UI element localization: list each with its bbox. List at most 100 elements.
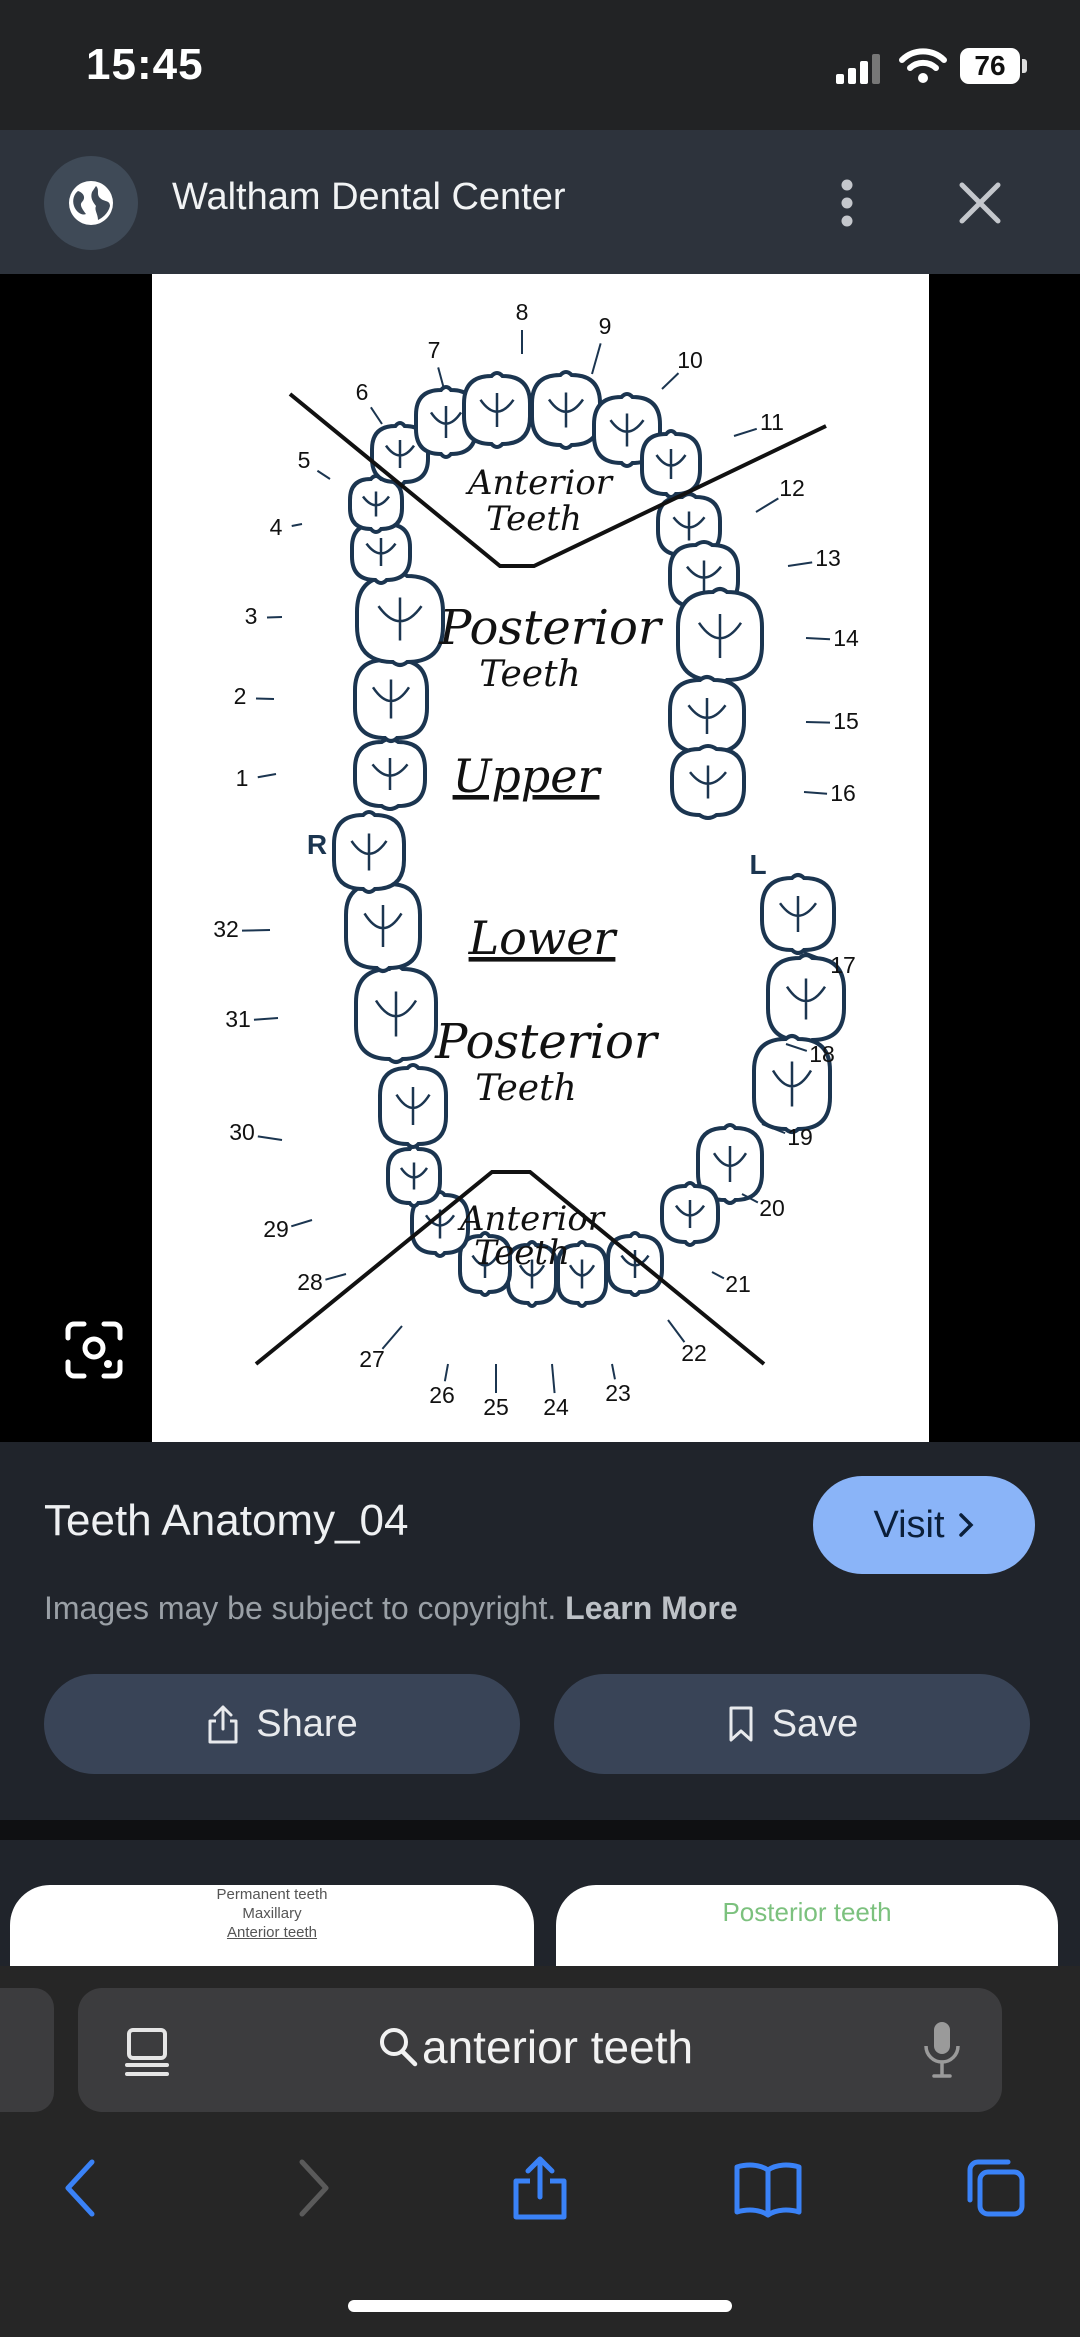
forward-icon [299,2159,329,2217]
teeth-chart-image[interactable]: 1 2 3 4 5 6 7 8 9 10 11 12 13 14 15 16 17 18 19 20 21 22 23 24 2… [152,274,929,1442]
upper-leader-line [255,697,275,700]
lower-label: Lower [468,911,619,965]
upper-tooth-number: 2 [234,683,247,709]
upper-tooth-number: 7 [428,337,441,363]
image-title: Teeth Anatomy_04 [44,1496,409,1545]
upper-tooth-number: 16 [830,780,856,806]
tabs-icon [967,2159,1025,2217]
lower-tooth-number: 27 [359,1346,385,1372]
posterior-upper-line1: Posterior [438,600,664,656]
globe-icon [69,181,113,225]
side-left-label: L [749,849,766,880]
lower-tooth-number: 22 [681,1340,707,1366]
upper-leader-line [591,343,602,375]
upper-leader-line [370,406,383,425]
close-button[interactable] [950,168,1010,238]
lower-tooth-number: 20 [759,1195,785,1221]
anterior-lower-line2: Teeth [474,1233,570,1273]
upper-leader-line [805,721,831,724]
lens-icon[interactable] [64,1320,124,1380]
share-icon [208,1705,238,1744]
search-field[interactable]: anterior teeth [378,2020,693,2074]
wifi-icon [899,48,947,83]
lower-tooth-number: 21 [725,1271,751,1297]
upper-tooth-number: 6 [356,379,369,405]
share-nav-icon [513,2156,567,2220]
lower-leader-line [291,1219,313,1228]
teeth-diagram: 1234567891011121314151617181920212223242… [213,299,859,1420]
share-page-button[interactable] [500,2148,580,2228]
thumb1-line2: Maxillary [242,1905,302,1922]
upper-leader-line [755,497,779,513]
upper-tooth-number: 1 [236,765,249,791]
upper-tooth-number: 11 [760,409,784,435]
lower-leader-line [257,1135,283,1141]
share-button[interactable]: Share [44,1674,520,1774]
bookmarks-button[interactable] [728,2148,808,2228]
posterior-lower-line1: Posterior [434,1014,660,1070]
upper-tooth-number: 5 [298,447,311,473]
lower-tooth-number: 28 [297,1269,323,1295]
previous-tab-peek[interactable] [0,1988,54,2112]
visit-button[interactable]: Visit [813,1476,1035,1574]
battery-indicator: 76 [960,48,1020,84]
chevron-right-icon [958,1513,974,1537]
lower-leader-line [667,1319,686,1343]
lower-leader-line [241,929,271,932]
save-label: Save [771,1702,859,1745]
lower-leader-line [325,1273,347,1281]
home-indicator [348,2300,732,2312]
lower-leader-line [443,1363,449,1382]
back-button[interactable] [40,2148,120,2228]
upper-tooth-number: 3 [245,603,258,629]
lower-tooth-number: 24 [543,1394,569,1420]
learn-more-link[interactable]: Learn More [565,1590,737,1626]
forward-button[interactable] [274,2148,354,2228]
tabs-button[interactable] [956,2148,1036,2228]
reader-icon[interactable] [124,2024,170,2078]
lower-tooth-number: 18 [809,1041,835,1067]
copyright-notice: Images may be subject to copyright. Lear… [44,1590,738,1627]
upper-leader-line [803,791,828,795]
upper-tooth-number: 14 [833,625,859,651]
upper-tooth-number: 4 [270,514,283,540]
mic-icon[interactable] [922,2018,962,2082]
thumb1-line1: Permanent teeth [216,1886,328,1903]
lower-tooth-number: 26 [429,1382,455,1408]
upper-leader-line [661,372,680,390]
status-time: 15:45 [86,40,204,89]
anterior-upper-line2: Teeth [486,499,582,539]
upper-label: Upper [453,749,603,803]
site-info-button[interactable] [44,156,138,250]
share-label: Share [256,1702,358,1745]
bookmarks-icon [734,2162,802,2218]
upper-tooth-number: 12 [779,475,805,501]
upper-tooth-number: 10 [677,347,703,373]
back-icon [65,2159,95,2217]
lower-tooth-number: 19 [787,1124,813,1150]
cellular-signal-icon [836,54,880,84]
upper-leader-line [805,637,831,641]
search-query: anterior teeth [422,2021,694,2073]
upper-tooth-number: 13 [815,545,841,571]
copyright-text: Images may be subject to copyright. [44,1590,557,1626]
lower-leader-line [381,1325,403,1350]
lower-tooth-number: 32 [213,916,239,942]
visit-label: Visit [873,1503,945,1546]
battery-tip [1022,59,1027,73]
upper-tooth-number: 9 [599,313,612,339]
bookmark-icon [729,1706,753,1742]
section-divider [0,1820,1080,1840]
lower-tooth-number: 31 [225,1006,251,1032]
upper-tooth-number: 8 [516,299,529,325]
upper-leader-line [257,773,277,779]
upper-leader-line [316,469,331,480]
save-button[interactable]: Save [554,1674,1030,1774]
more-options-button[interactable] [822,168,872,238]
upper-leader-line [437,367,445,390]
posterior-upper-line2: Teeth [479,654,580,695]
search-icon [380,2028,418,2067]
lower-leader-line [551,1363,556,1394]
lower-tooth-number: 25 [483,1394,509,1420]
upper-leader-line [787,561,813,567]
